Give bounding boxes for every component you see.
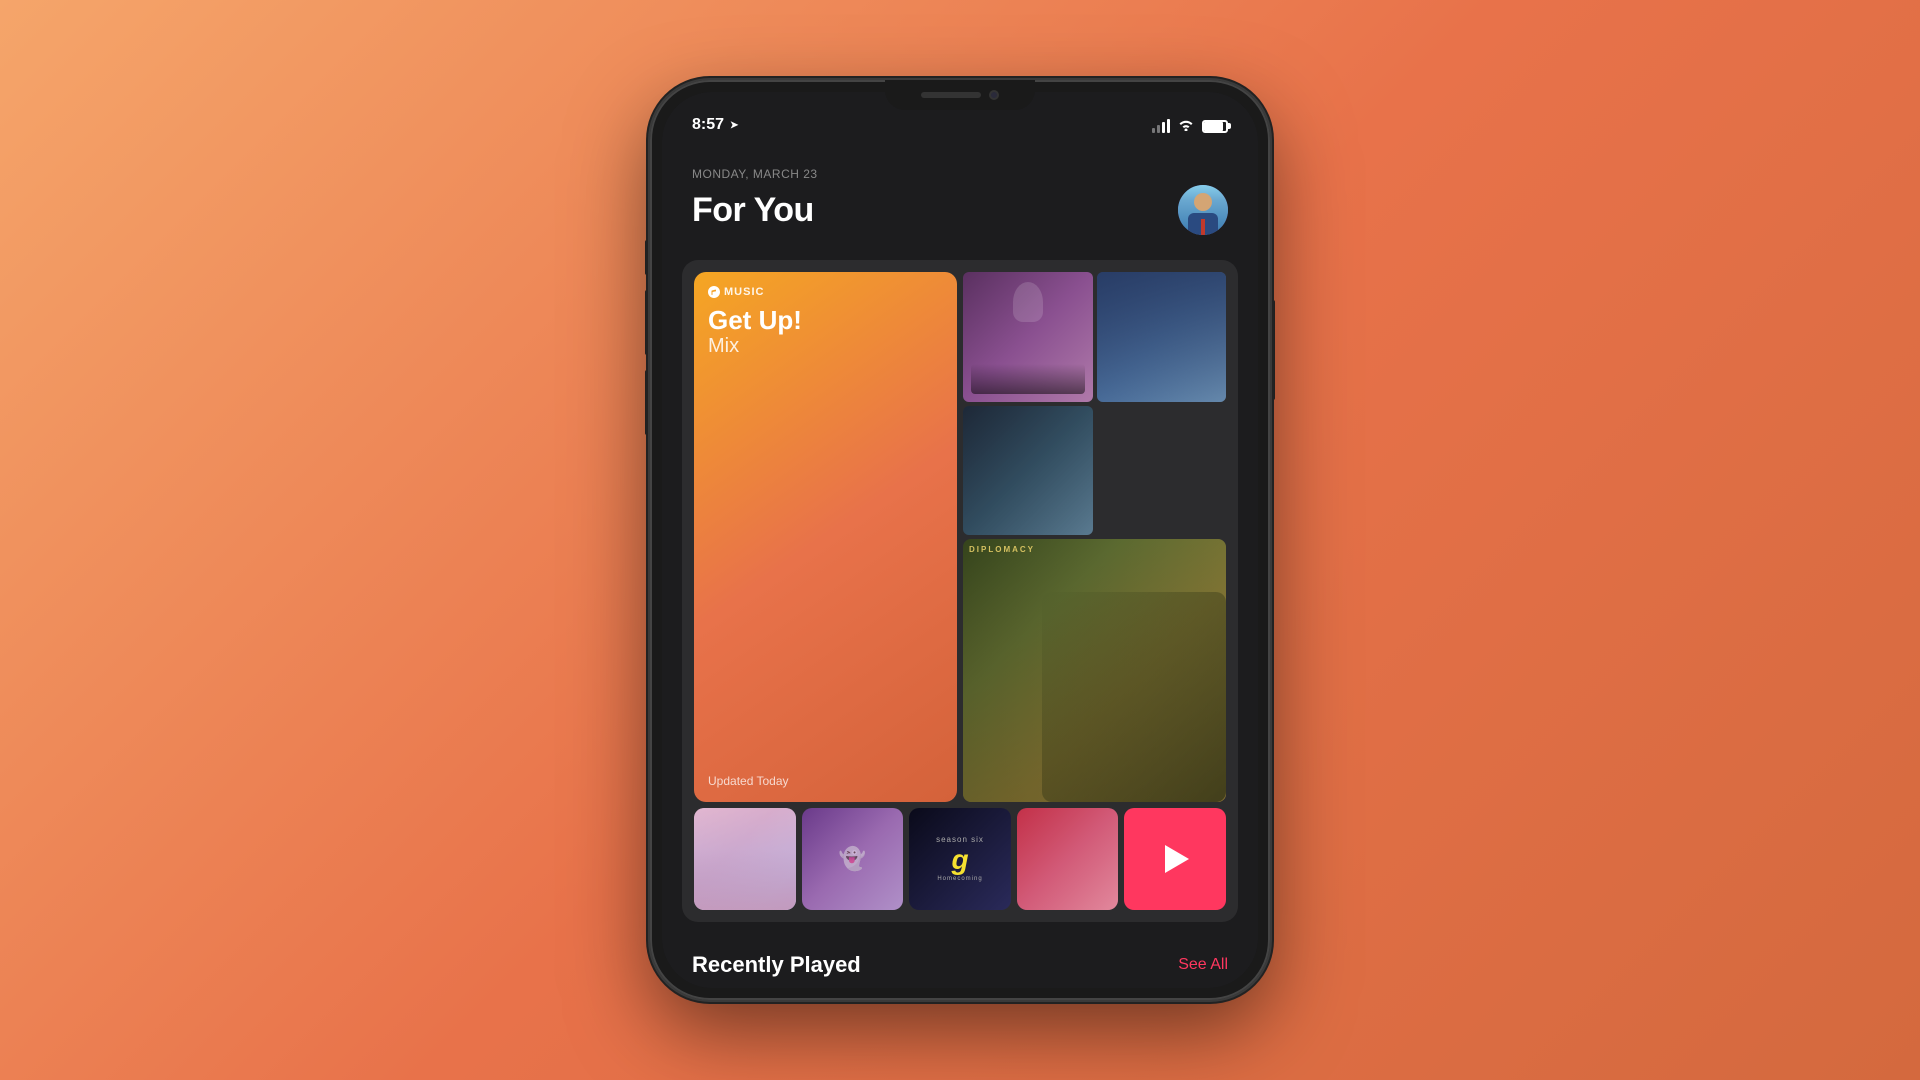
section-header: Recently Played See All: [692, 952, 1228, 978]
volume-silent-button: [645, 240, 649, 275]
phone-shell: 8:57 ➤: [650, 80, 1270, 1000]
speaker: [921, 92, 981, 98]
volume-up-button: [645, 290, 649, 355]
avatar-body: [1188, 213, 1218, 235]
play-icon: [1165, 845, 1189, 873]
taylor-swift-album[interactable]: [694, 808, 796, 910]
see-all-button[interactable]: See All: [1178, 956, 1228, 974]
apple-music-app: 8:57 ➤: [662, 92, 1258, 988]
recently-played-title: Recently Played: [692, 952, 861, 978]
page-title: For You: [692, 191, 814, 230]
volume-down-button: [645, 370, 649, 435]
album-grid-right: DIPLOMACY: [963, 272, 1226, 802]
mix-subtitle: Mix: [708, 335, 943, 358]
album-thumb-1[interactable]: [963, 272, 1093, 402]
power-button: [1271, 300, 1275, 400]
card-bottom-row: 👻 season six g Homecoming: [694, 808, 1226, 910]
battery-icon: [1202, 120, 1228, 133]
glee-album[interactable]: season six g Homecoming: [909, 808, 1011, 910]
get-up-mix-card[interactable]: MUSIC Get Up! Mix Updated Today: [694, 272, 957, 802]
glee-season-text: season six: [936, 835, 984, 844]
mix-title: Get Up!: [708, 306, 943, 335]
apple-music-badge: MUSIC: [708, 286, 943, 298]
card-section: MUSIC Get Up! Mix Updated Today: [662, 260, 1258, 922]
matthew-mole-album[interactable]: 👻: [802, 808, 904, 910]
updated-text: Updated Today: [708, 754, 943, 788]
main-card: MUSIC Get Up! Mix Updated Today: [682, 260, 1238, 922]
avatar-image: [1178, 185, 1228, 235]
header-section: MONDAY, MARCH 23 For You: [662, 147, 1258, 250]
signal-icon: [1152, 119, 1170, 133]
glee-homecoming-text: Homecoming: [937, 876, 982, 882]
phone-container: 8:57 ➤: [650, 80, 1270, 1000]
location-icon: ➤: [730, 120, 738, 131]
play-button-card[interactable]: [1124, 808, 1226, 910]
music-badge-label: MUSIC: [724, 286, 764, 298]
status-time: 8:57 ➤: [692, 116, 738, 134]
recently-played-section: Recently Played See All: [662, 932, 1258, 988]
avatar-tie: [1201, 219, 1205, 235]
status-icons: [1152, 118, 1228, 134]
glee-letter: g: [951, 846, 968, 874]
front-camera: [989, 90, 999, 100]
diplomacy-title-text: DIPLOMACY: [969, 545, 1035, 554]
phone-screen: 8:57 ➤: [662, 92, 1258, 988]
date-label: MONDAY, MARCH 23: [692, 167, 1228, 181]
ghost-icon: 👻: [839, 846, 866, 872]
notch: [885, 80, 1035, 110]
album-thumb-3[interactable]: [963, 406, 1093, 536]
head-over-heels-album[interactable]: [1017, 808, 1119, 910]
avatar-head: [1194, 193, 1212, 211]
apple-music-logo: [708, 286, 720, 298]
avatar[interactable]: [1178, 185, 1228, 235]
album-thumb-2[interactable]: [1097, 272, 1227, 402]
wifi-icon: [1178, 118, 1194, 134]
time-display: 8:57: [692, 116, 724, 134]
card-top-row: MUSIC Get Up! Mix Updated Today: [694, 272, 1226, 802]
diplomacy-album[interactable]: DIPLOMACY: [963, 539, 1226, 802]
page-title-row: For You: [692, 185, 1228, 235]
